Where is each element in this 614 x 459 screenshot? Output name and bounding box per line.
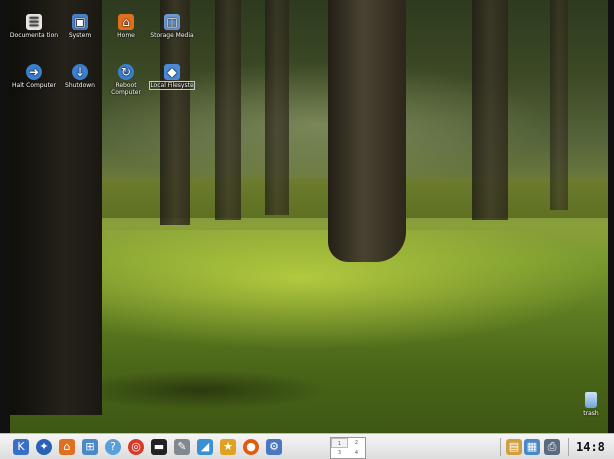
k-menu-icon[interactable]: K xyxy=(13,439,29,455)
desktop-icon-label: Reboot Computer xyxy=(111,82,141,96)
storage-icon: ◫ xyxy=(164,14,180,30)
settings-icon[interactable]: ⚙ xyxy=(266,439,282,455)
home-icon: ⌂ xyxy=(118,14,134,30)
desktop-icon-home[interactable]: ⌂ Home xyxy=(100,14,152,39)
desktop-icon-storage-media[interactable]: ◫ Storage Media xyxy=(146,14,198,39)
desktop-icon-system[interactable]: ▣ System xyxy=(54,14,106,39)
clipboard-icon[interactable]: ▤ xyxy=(506,439,522,455)
taskbar: K ✦ ⌂ ⊞ ? ◎ ▬ ✎ ◢ ★ ● ⚙ 1 2 3 4 ▤ ▦ ⎙ 14… xyxy=(0,433,614,459)
pager-desktop[interactable]: 1 xyxy=(331,438,348,448)
desktop-icon-local-filesystem[interactable]: ◆ Local Filesyste xyxy=(146,64,198,90)
wallpaper-tree xyxy=(550,0,568,210)
wallpaper-foreground-tree xyxy=(10,0,102,415)
editor-icon[interactable]: ✎ xyxy=(174,439,190,455)
desktop-screen: ☰ Documenta tion ▣ System ⌂ Home ◫ Stora… xyxy=(0,0,614,459)
desktop-icon-reboot-computer[interactable]: ↻ Reboot Computer xyxy=(100,64,152,96)
wallpaper-tree xyxy=(472,0,508,220)
firefox-icon[interactable]: ● xyxy=(243,439,259,455)
pager-desktop[interactable]: 4 xyxy=(348,448,365,458)
pager-desktop[interactable]: 3 xyxy=(331,448,348,458)
wallpaper-tree xyxy=(265,0,289,215)
shutdown-icon: ↓ xyxy=(72,64,88,80)
desktop-icon-label: trash xyxy=(583,410,599,417)
help-icon[interactable]: ? xyxy=(105,439,121,455)
wallpaper-tree xyxy=(215,0,241,220)
desktop-icon-label: Shutdown xyxy=(65,82,95,89)
desktop-icon-label: Local Filesyste xyxy=(149,81,195,90)
desktop-icon-documentation[interactable]: ☰ Documenta tion xyxy=(8,14,60,39)
terminal-icon[interactable]: ▬ xyxy=(151,439,167,455)
network-icon[interactable]: ⊞ xyxy=(82,439,98,455)
desktop-icon-halt-computer[interactable]: ➜ Halt Computer xyxy=(8,64,60,89)
clock[interactable]: 14:8 xyxy=(576,440,605,454)
filesystem-icon: ◆ xyxy=(164,64,180,80)
konqueror-icon[interactable]: ✦ xyxy=(36,439,52,455)
desktop-icon-label: Documenta tion xyxy=(9,32,59,39)
desktop-icon-label: Home xyxy=(117,32,135,39)
desktop-icon-shutdown[interactable]: ↓ Shutdown xyxy=(54,64,106,89)
tray-separator xyxy=(500,438,501,456)
wizard-icon[interactable]: ★ xyxy=(220,439,236,455)
pager-desktop[interactable]: 2 xyxy=(348,438,365,448)
computer-icon: ▣ xyxy=(72,14,88,30)
desktop-icon-trash[interactable]: trash xyxy=(576,392,606,417)
wallpaper-main-tree xyxy=(328,0,406,262)
screen-border-right xyxy=(608,0,614,459)
home-folder-icon[interactable]: ⌂ xyxy=(59,439,75,455)
reboot-icon: ↻ xyxy=(118,64,134,80)
tray-separator xyxy=(568,438,569,456)
trash-icon xyxy=(585,392,597,408)
desktop-icon-label: Storage Media xyxy=(150,32,194,39)
paint-icon[interactable]: ◢ xyxy=(197,439,213,455)
network-tray-icon[interactable]: ▦ xyxy=(524,439,540,455)
desktop-icon-label: Halt Computer xyxy=(12,82,56,89)
lifebuoy-icon[interactable]: ◎ xyxy=(128,439,144,455)
halt-icon: ➜ xyxy=(26,64,42,80)
desktop-icon-label: System xyxy=(68,32,92,39)
printer-icon[interactable]: ⎙ xyxy=(544,439,560,455)
document-icon: ☰ xyxy=(26,14,42,30)
wallpaper-tree-shadow xyxy=(70,370,330,410)
desktop-pager[interactable]: 1 2 3 4 xyxy=(330,437,366,459)
